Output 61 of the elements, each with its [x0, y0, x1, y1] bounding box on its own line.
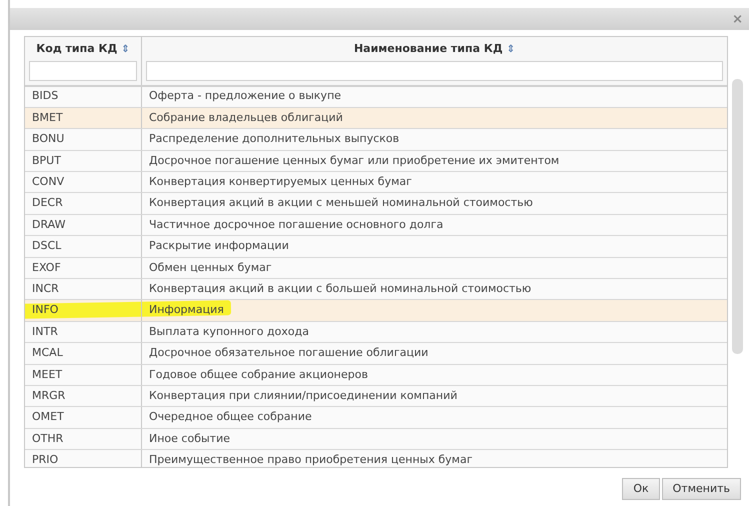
table-cell: OTHR	[25, 428, 142, 450]
table-cell: DSCL	[25, 236, 142, 257]
table-row[interactable]: BONU Распределение дополнительных выпусков	[25, 129, 727, 151]
table-cell-text: Информация	[148, 302, 225, 318]
table-row[interactable]: DRAW Частичное досрочное погашение основного долга	[25, 214, 727, 236]
table-cell: MRGR	[25, 386, 142, 406]
table-cell: DRAW	[25, 214, 142, 236]
table-cell-text: Оферта - предложение о выкупе	[148, 88, 342, 104]
table-row[interactable]: MEET Годовое общее собрание акционеров	[25, 364, 727, 386]
table-cell: MCAL	[25, 343, 142, 364]
table-cell: INFO	[25, 300, 142, 321]
filter-field[interactable]	[146, 60, 723, 80]
table-row[interactable]: BPUT Досрочное погашение ценных бумаг или приобретение их эмитентом	[25, 150, 727, 172]
table-row[interactable]: INFO Информация	[25, 300, 727, 322]
column-header[interactable]: Наименование типа КД ⇕	[354, 41, 516, 58]
table-cell-text: Досрочное погашение ценных бумаг или приобретение их эмитентом	[148, 152, 560, 169]
table-cell-text: Очередное общее собрание	[148, 409, 313, 426]
table-row[interactable]: PRIO Преимущественное право приобретения ценных бумаг	[25, 450, 727, 467]
table-cell: BONU	[25, 129, 142, 150]
table-cell: BPUT	[25, 150, 142, 172]
table-row[interactable]: EXOF Обмен ценных бумаг	[25, 258, 727, 280]
table-cell-text: Выплата купонного дохода	[148, 324, 310, 340]
table-row[interactable]: BIDS Оферта - предложение о выкупе	[25, 86, 727, 108]
table-cell-text: Конвертация конвертируемых ценных бумаг	[148, 174, 413, 190]
table-cell-text: Конвертация при слиянии/присоединении компаний	[148, 388, 458, 404]
table-cell: INCR	[25, 279, 142, 300]
table-cell: BIDS	[25, 86, 142, 107]
table-cell-text: Иное событие	[148, 430, 231, 447]
table-cell-text: Обмен ценных бумаг	[148, 260, 273, 276]
table-row[interactable]: DECR Конвертация акций в акции с меньшей номинальной стоимостью	[25, 193, 727, 215]
table-cell-text: Собрание владельцев облигаций	[148, 110, 344, 126]
ok-button[interactable]: Ок	[622, 478, 660, 500]
table-row[interactable]: CONV Конвертация конвертируемых ценных бумаг	[25, 172, 727, 194]
table-row[interactable]: OTHR Иное событие	[25, 428, 727, 450]
scrollbar[interactable]	[732, 79, 743, 354]
table-cell-text: Частичное досрочное погашение основного долга	[148, 216, 444, 233]
table-cell-text: Преимущественное право приобретения ценных бумаг	[148, 452, 474, 467]
table-cell: INTR	[25, 322, 142, 342]
table-row[interactable]: MCAL Досрочное обязательное погашение облигации	[25, 343, 727, 365]
cancel-button[interactable]: Отменить	[662, 478, 741, 500]
table-cell: BMET	[25, 108, 142, 128]
table-cell: DECR	[25, 193, 142, 214]
table-cell-text: Раскрытие информации	[148, 238, 290, 254]
table-cell-text: Годовое общее собрание акционеров	[148, 366, 369, 383]
filter-field[interactable]	[29, 60, 137, 80]
table-row[interactable]: INCR Конвертация акций в акции с большей номинальной стоимостью	[25, 279, 727, 300]
table-row[interactable]: MRGR Конвертация при слиянии/присоединении компаний	[25, 386, 727, 408]
table-cell-text: Распределение дополнительных выпусков	[148, 131, 400, 148]
table-row[interactable]: DSCL Раскрытие информации	[25, 236, 727, 258]
table-cell: OMET	[25, 407, 142, 428]
table-cell-text: Конвертация акций в акции с меньшей номинальной стоимостью	[148, 195, 534, 212]
table-cell-text: Досрочное обязательное погашение облигации	[148, 345, 430, 362]
table-cell: CONV	[25, 172, 142, 192]
table-cell: PRIO	[25, 450, 142, 467]
table-cell-text: Конвертация акций в акции с большей номинальной стоимостью	[148, 280, 532, 297]
table-row[interactable]: OMET Очередное общее собрание	[25, 407, 727, 429]
table-row[interactable]: INTR Выплата купонного дохода	[25, 322, 727, 344]
column-header[interactable]: Код типа КД ⇕	[36, 41, 130, 58]
table-row[interactable]: BMET Собрание владельцев облигаций	[25, 108, 727, 130]
table-cell: MEET	[25, 364, 142, 385]
table-cell: EXOF	[25, 258, 142, 278]
